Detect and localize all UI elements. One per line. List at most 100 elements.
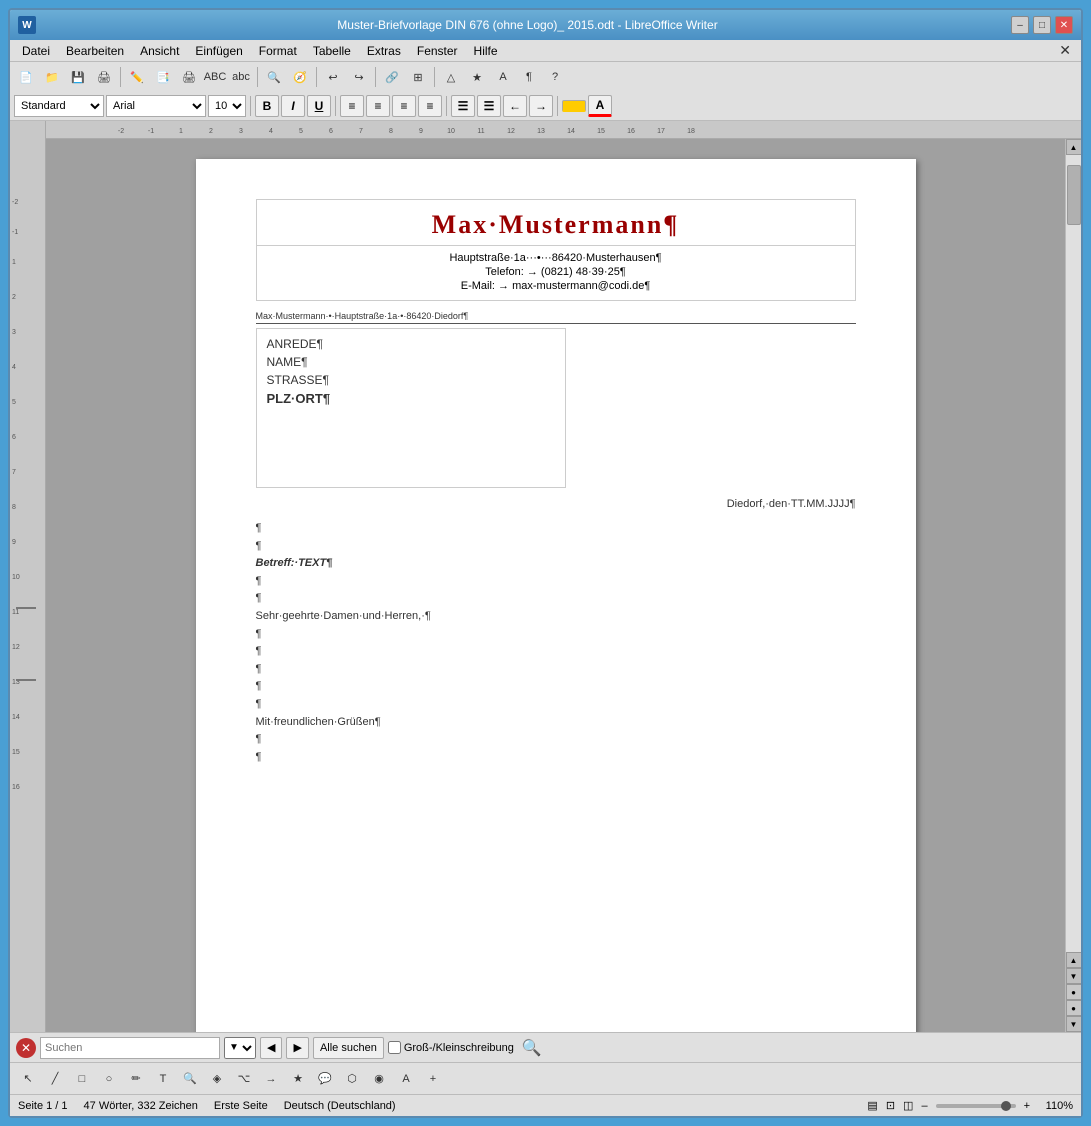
draw-shapes-button[interactable]: ◈ [205, 1067, 229, 1091]
autocorrect-button[interactable]: abc [229, 65, 253, 89]
bold-button[interactable]: B [255, 95, 279, 117]
search-input[interactable] [40, 1037, 220, 1059]
help-button[interactable]: ? [543, 65, 567, 89]
export-pdf-button[interactable]: 📑 [151, 65, 175, 89]
align-center-button[interactable]: ≡ [366, 95, 390, 117]
status-page: Seite 1 / 1 [18, 1100, 68, 1112]
font-select[interactable]: Arial [106, 95, 206, 117]
layout-icon-2[interactable]: ⊡ [886, 1099, 895, 1112]
draw-text-button[interactable]: T [151, 1067, 175, 1091]
layout-icon-3[interactable]: ◫ [903, 1099, 913, 1112]
scroll-thumb[interactable] [1067, 165, 1081, 225]
header-name: Max·Mustermann¶ [257, 200, 855, 245]
recipient-box[interactable]: ANREDE¶ NAME¶ STRASSE¶ PLZ·ORT¶ [256, 328, 566, 488]
status-bar: Seite 1 / 1 47 Wörter, 332 Zeichen Erste… [10, 1094, 1081, 1116]
draw-arrows-button[interactable]: → [259, 1067, 283, 1091]
spellcheck-button[interactable]: ABC [203, 65, 227, 89]
menu-fenster[interactable]: Fenster [409, 42, 466, 60]
draw-extrude-button[interactable]: A [394, 1067, 418, 1091]
prev-match-button[interactable]: ◀ [260, 1037, 282, 1059]
nonprinting-button[interactable]: ¶ [517, 65, 541, 89]
binoculars-icon[interactable]: 🔍 [522, 1038, 542, 1058]
search-dropdown[interactable]: ▼ [224, 1037, 256, 1059]
body-content[interactable]: ¶ ¶ Betreff:·TEXT¶ ¶ ¶ Sehr·geehrte·Dame… [256, 520, 856, 766]
ruler-dash-1 [16, 607, 36, 609]
font-size-select[interactable]: 10 [208, 95, 246, 117]
minimize-button[interactable]: – [1011, 16, 1029, 34]
italic-button[interactable]: I [281, 95, 305, 117]
recipient-strasse: STRASSE¶ [267, 373, 555, 387]
next-match-button[interactable]: ▶ [286, 1037, 308, 1059]
document-page: Max·Mustermann¶ Hauptstraße·1a···•···864… [196, 159, 916, 1032]
fontwork-button[interactable]: A [491, 65, 515, 89]
list-ordered-button[interactable]: ☰ [477, 95, 501, 117]
draw-select-button[interactable]: ↖ [16, 1067, 40, 1091]
find-all-button[interactable]: Alle suchen [313, 1037, 384, 1059]
maximize-button[interactable]: □ [1033, 16, 1051, 34]
outdent-button[interactable]: ← [503, 95, 527, 117]
draw-magnify-button[interactable]: 🔍 [178, 1067, 202, 1091]
navigator-button[interactable]: 🧭 [288, 65, 312, 89]
draw-insert-button[interactable]: + [421, 1067, 445, 1091]
indent-button[interactable]: → [529, 95, 553, 117]
scroll-up-button[interactable]: ▲ [1066, 139, 1082, 155]
draw-line-button[interactable]: ╱ [43, 1067, 67, 1091]
menu-hilfe[interactable]: Hilfe [466, 42, 506, 60]
scroll-down-button[interactable]: ▼ [1066, 1016, 1082, 1032]
draw-3d-button[interactable]: ◉ [367, 1067, 391, 1091]
menu-extras[interactable]: Extras [359, 42, 409, 60]
scroll-page-down-button[interactable]: ▼ [1066, 968, 1082, 984]
scroll-track[interactable] [1066, 155, 1081, 952]
align-left-button[interactable]: ≡ [340, 95, 364, 117]
list-unordered-button[interactable]: ☰ [451, 95, 475, 117]
zoom-slider[interactable] [936, 1104, 1016, 1108]
draw-flowchart-button[interactable]: ⬡ [340, 1067, 364, 1091]
scroll-extra-3[interactable]: ● [1066, 984, 1082, 1000]
print-button[interactable]: 🖨 [177, 65, 201, 89]
zoom-plus-button[interactable]: + [1024, 1100, 1030, 1112]
open-button[interactable]: 📁 [40, 65, 64, 89]
draw-rect-button[interactable]: □ [70, 1067, 94, 1091]
search-cancel-button[interactable]: ✕ [16, 1038, 36, 1058]
scroll-extra-4[interactable]: ● [1066, 1000, 1082, 1016]
undo-button[interactable]: ↩ [321, 65, 345, 89]
scroll-page-up-button[interactable]: ▲ [1066, 952, 1082, 968]
draw-pencil-button[interactable]: ✏ [124, 1067, 148, 1091]
ruler-mark-18: 16 [12, 784, 20, 791]
redo-button[interactable]: ↪ [347, 65, 371, 89]
print-preview-button[interactable]: 🖨 [92, 65, 116, 89]
draw-ellipse-button[interactable]: ○ [97, 1067, 121, 1091]
draw-callouts-button[interactable]: 💬 [313, 1067, 337, 1091]
find-button[interactable]: 🔍 [262, 65, 286, 89]
font-color-button[interactable]: A [588, 95, 612, 117]
case-checkbox[interactable] [388, 1041, 401, 1054]
ruler-top-8: 8 [376, 128, 406, 135]
case-checkbox-container: Groß-/Kleinschreibung [388, 1041, 514, 1054]
basic-shapes-button[interactable]: △ [439, 65, 463, 89]
table-button[interactable]: ⊞ [406, 65, 430, 89]
paragraph-style-select[interactable]: Standard [14, 95, 104, 117]
align-justify-button[interactable]: ≡ [418, 95, 442, 117]
close-button[interactable]: ✕ [1055, 16, 1073, 34]
menu-tabelle[interactable]: Tabelle [305, 42, 359, 60]
menu-einfuegen[interactable]: Einfügen [187, 42, 250, 60]
zoom-level[interactable]: 110% [1038, 1100, 1073, 1112]
align-right-button[interactable]: ≡ [392, 95, 416, 117]
save-button[interactable]: 💾 [66, 65, 90, 89]
menu-bearbeiten[interactable]: Bearbeiten [58, 42, 132, 60]
highlight-color-button[interactable] [562, 100, 586, 112]
draw-connector-button[interactable]: ⌥ [232, 1067, 256, 1091]
draw-stars-button[interactable]: ★ [286, 1067, 310, 1091]
menu-ansicht[interactable]: Ansicht [132, 42, 187, 60]
hyperlink-button[interactable]: 🔗 [380, 65, 404, 89]
new-button[interactable]: 📄 [14, 65, 38, 89]
menubar-close[interactable]: ✕ [1053, 42, 1077, 59]
zoom-minus-button[interactable]: – [921, 1100, 927, 1112]
underline-button[interactable]: U [307, 95, 331, 117]
menu-datei[interactable]: Datei [14, 42, 58, 60]
layout-icon-1[interactable]: ▤ [867, 1099, 877, 1112]
page-canvas[interactable]: Max·Mustermann¶ Hauptstraße·1a···•···864… [46, 139, 1065, 1032]
edit-button[interactable]: ✏️ [125, 65, 149, 89]
menu-format[interactable]: Format [251, 42, 305, 60]
stars-button[interactable]: ★ [465, 65, 489, 89]
